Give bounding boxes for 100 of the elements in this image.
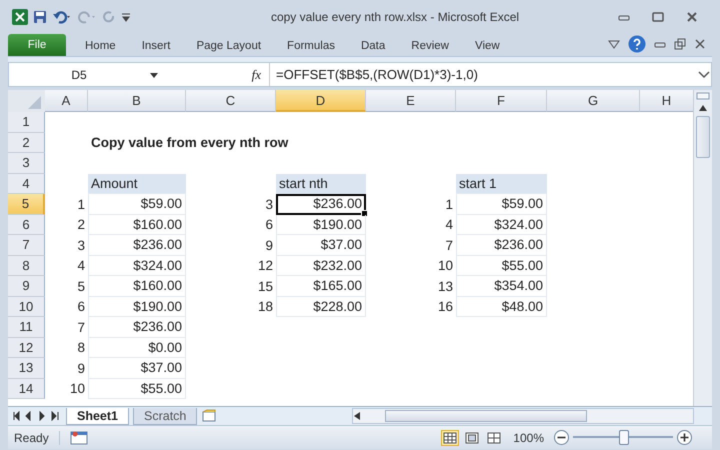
table-cell[interactable]: $55.00 xyxy=(456,256,547,276)
row-header[interactable]: 13 xyxy=(8,358,45,378)
ribbon-tab[interactable]: View xyxy=(462,36,513,56)
close-icon[interactable] xyxy=(694,39,706,49)
save-icon[interactable] xyxy=(33,10,47,24)
table-cell[interactable]: 13 xyxy=(366,276,456,296)
ribbon-tab[interactable]: Insert xyxy=(128,36,184,56)
table-cell[interactable]: 5 xyxy=(45,276,88,296)
table-cell[interactable]: $236.00 xyxy=(276,194,366,214)
table-cell[interactable]: $59.00 xyxy=(456,194,547,214)
scroll-thumb[interactable] xyxy=(385,410,587,422)
sheet-heading[interactable]: Copy value from every nth row xyxy=(88,132,366,153)
sheet-tab[interactable]: Scratch xyxy=(133,408,198,424)
column-header[interactable]: E xyxy=(366,90,456,112)
zoom-in-icon[interactable] xyxy=(677,430,692,445)
column-header[interactable]: H xyxy=(640,90,693,112)
header-cell[interactable]: start 1 xyxy=(456,174,547,194)
table-cell[interactable]: $37.00 xyxy=(88,358,186,378)
scroll-up-icon[interactable] xyxy=(698,104,708,112)
column-header[interactable]: C xyxy=(186,90,276,112)
table-cell[interactable]: $324.00 xyxy=(456,214,547,235)
ribbon-tab[interactable]: Page Layout xyxy=(183,36,274,56)
column-header[interactable]: G xyxy=(547,90,640,112)
row-header[interactable]: 11 xyxy=(8,317,45,338)
table-cell[interactable]: 8 xyxy=(45,338,88,358)
macro-record-icon[interactable] xyxy=(70,430,88,444)
ribbon-tab[interactable]: Data xyxy=(348,36,398,56)
table-cell[interactable]: 6 xyxy=(186,214,276,235)
table-cell[interactable]: 4 xyxy=(366,214,456,235)
customize-icon[interactable] xyxy=(121,11,131,23)
help-icon[interactable] xyxy=(628,35,646,53)
table-cell[interactable]: $165.00 xyxy=(276,276,366,296)
row-header[interactable]: 1 xyxy=(8,112,45,132)
row-header[interactable]: 14 xyxy=(8,378,45,399)
table-cell[interactable]: 10 xyxy=(45,378,88,399)
scroll-left-icon[interactable] xyxy=(353,411,361,421)
scroll-thumb[interactable] xyxy=(696,116,710,158)
table-cell[interactable]: $324.00 xyxy=(88,256,186,276)
row-header[interactable]: 12 xyxy=(8,338,45,358)
zoom-level[interactable]: 100% xyxy=(513,430,544,444)
ribbon-tab[interactable]: Formulas xyxy=(274,36,348,56)
ribbon-tab[interactable]: Review xyxy=(398,36,462,56)
table-cell[interactable]: $354.00 xyxy=(456,276,547,296)
slider-thumb[interactable] xyxy=(619,430,629,445)
table-cell[interactable]: $160.00 xyxy=(88,276,186,296)
insert-function-button[interactable]: fx xyxy=(252,66,261,82)
table-cell[interactable]: $236.00 xyxy=(88,235,186,256)
table-cell[interactable]: 4 xyxy=(45,256,88,276)
name-box[interactable]: D5 xyxy=(9,68,149,82)
sheet-tab[interactable]: Sheet1 xyxy=(66,408,129,424)
table-cell[interactable]: 12 xyxy=(186,256,276,276)
table-cell[interactable]: 16 xyxy=(366,296,456,317)
formula-field[interactable]: =OFFSET($B$5,(ROW(D1)*3)-1,0) xyxy=(269,63,697,86)
row-header[interactable]: 8 xyxy=(8,256,45,276)
split-handle-icon[interactable] xyxy=(696,92,710,100)
table-cell[interactable]: 9 xyxy=(45,358,88,378)
row-header[interactable]: 4 xyxy=(8,174,45,194)
table-cell[interactable]: 10 xyxy=(366,256,456,276)
table-cell[interactable]: 7 xyxy=(45,317,88,338)
close-icon[interactable] xyxy=(686,12,698,22)
expand-icon[interactable] xyxy=(697,70,711,80)
normal-view-button[interactable] xyxy=(441,430,460,446)
column-header[interactable]: A xyxy=(45,90,88,112)
table-cell[interactable]: 9 xyxy=(186,235,276,256)
table-cell[interactable]: $59.00 xyxy=(88,194,186,214)
row-header[interactable]: 2 xyxy=(8,132,45,153)
zoom-out-icon[interactable] xyxy=(554,430,569,445)
page-layout-button[interactable] xyxy=(463,430,482,446)
table-cell[interactable]: $190.00 xyxy=(276,214,366,235)
row-header[interactable]: 3 xyxy=(8,153,45,174)
table-cell[interactable]: 2 xyxy=(45,214,88,235)
maximize-icon[interactable] xyxy=(652,12,664,22)
table-cell[interactable]: $48.00 xyxy=(456,296,547,317)
row-header[interactable]: 6 xyxy=(8,214,45,235)
fill-handle[interactable] xyxy=(361,210,368,216)
restore-icon[interactable] xyxy=(674,38,686,50)
table-cell[interactable]: $55.00 xyxy=(88,378,186,399)
header-cell[interactable]: Amount xyxy=(88,174,186,194)
table-cell[interactable]: $37.00 xyxy=(276,235,366,256)
table-cell[interactable]: $236.00 xyxy=(456,235,547,256)
row-header[interactable]: 9 xyxy=(8,276,45,296)
table-cell[interactable]: $228.00 xyxy=(276,296,366,317)
table-cell[interactable]: 7 xyxy=(366,235,456,256)
row-header[interactable]: 10 xyxy=(8,296,45,317)
table-cell[interactable]: 1 xyxy=(366,194,456,214)
table-cell[interactable]: 6 xyxy=(45,296,88,317)
table-cell[interactable]: $190.00 xyxy=(88,296,186,317)
ribbon-tab[interactable]: Home xyxy=(72,36,129,56)
table-cell[interactable]: 15 xyxy=(186,276,276,296)
header-cell[interactable]: start nth xyxy=(276,174,366,194)
undo-icon[interactable] xyxy=(52,10,72,24)
table-cell[interactable]: $232.00 xyxy=(276,256,366,276)
column-header[interactable]: D xyxy=(276,90,366,112)
column-header[interactable]: F xyxy=(456,90,547,112)
table-cell[interactable]: 18 xyxy=(186,296,276,317)
row-header[interactable]: 7 xyxy=(8,235,45,256)
table-cell[interactable]: $160.00 xyxy=(88,214,186,235)
row-header[interactable]: 5 xyxy=(8,194,45,214)
table-cell[interactable]: $236.00 xyxy=(88,317,186,338)
column-header[interactable]: B xyxy=(88,90,186,112)
